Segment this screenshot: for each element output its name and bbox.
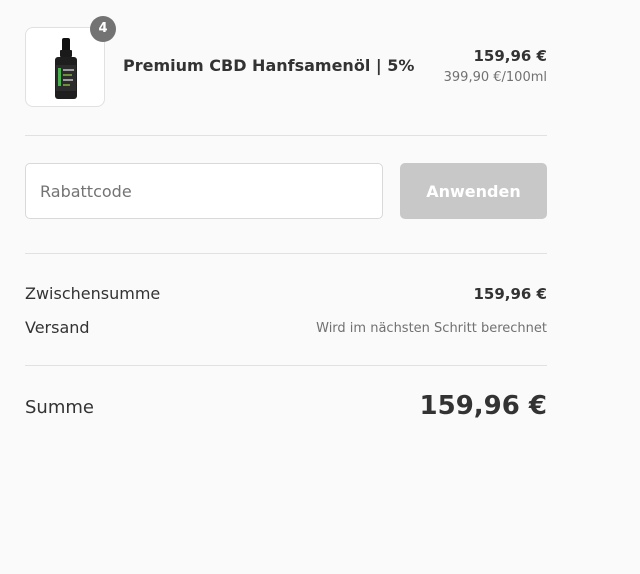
cbd-oil-bottle-icon [55,38,77,99]
product-name: Premium CBD Hanfsamenöl | 5% [123,56,415,75]
product-price: 159,96 € [473,47,547,65]
discount-code-input[interactable] [25,163,383,219]
total-label: Summe [25,397,94,418]
product-thumbnail [25,27,105,107]
divider [25,365,547,366]
cart-line-item: 4 Premium CBD Hanfsamenöl | 5% 159,96 € … [25,16,547,107]
divider [25,135,547,136]
divider [25,253,547,254]
product-unit-price: 399,90 €/100ml [443,70,547,85]
apply-discount-button[interactable]: Anwenden [400,163,547,219]
subtotal-value: 159,96 € [473,285,547,303]
total-value: 159,96 € [419,391,547,421]
subtotal-label: Zwischensumme [25,284,161,303]
shipping-label: Versand [25,318,90,337]
quantity-badge: 4 [90,16,116,42]
shipping-value: Wird im nächsten Schritt berechnet [316,321,547,336]
